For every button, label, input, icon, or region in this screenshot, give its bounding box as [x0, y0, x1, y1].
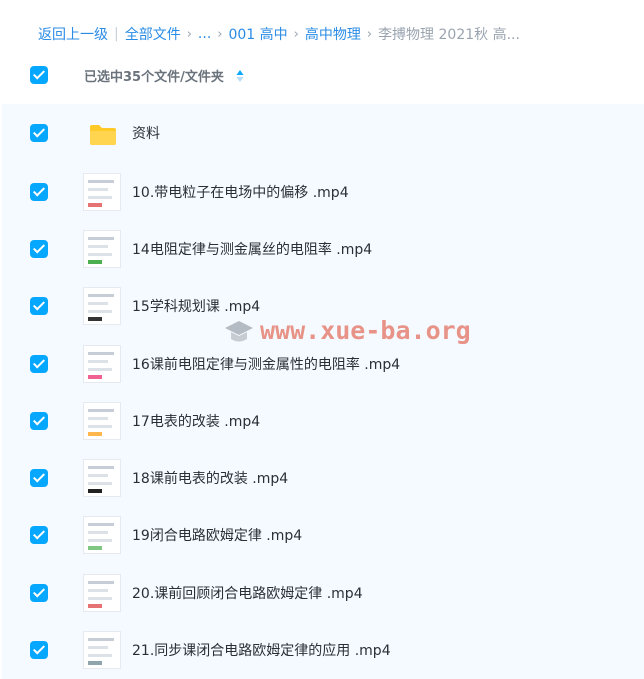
row-checkbox[interactable]	[30, 641, 48, 659]
breadcrumb-ellipsis[interactable]: ...	[198, 26, 211, 42]
file-name[interactable]: 资料	[132, 123, 160, 143]
breadcrumb-divider: |	[114, 26, 119, 42]
chevron-right-icon: ›	[293, 26, 299, 42]
file-name[interactable]: 21.同步课闭合电路欧姆定律的应用 .mp4	[132, 640, 391, 660]
row-checkbox[interactable]	[30, 297, 48, 315]
list-item[interactable]: 10.带电粒子在电场中的偏移 .mp4	[2, 163, 644, 220]
file-name[interactable]: 16课前电阻定律与测金属性的电阻率 .mp4	[132, 354, 400, 374]
breadcrumb-physics[interactable]: 高中物理	[305, 24, 361, 44]
back-link[interactable]: 返回上一级	[38, 24, 108, 44]
list-item[interactable]: 资料	[2, 104, 644, 161]
list-item[interactable]: 17电表的改装 .mp4	[2, 392, 644, 449]
video-thumbnail-icon	[83, 345, 121, 383]
list-item[interactable]: 19闭合电路欧姆定律 .mp4	[2, 506, 644, 563]
list-item[interactable]: 16课前电阻定律与测金属性的电阻率 .mp4	[2, 335, 644, 392]
video-thumbnail-icon	[83, 230, 121, 268]
chevron-right-icon: ›	[186, 26, 192, 42]
video-thumbnail-icon	[83, 574, 121, 612]
row-checkbox[interactable]	[30, 469, 48, 487]
row-checkbox[interactable]	[30, 355, 48, 373]
breadcrumb: 返回上一级 | 全部文件 › ... › 001 高中 › 高中物理 › 李搏物…	[38, 22, 520, 46]
chevron-right-icon: ›	[217, 26, 223, 42]
row-checkbox[interactable]	[30, 526, 48, 544]
file-name[interactable]: 15学科规划课 .mp4	[132, 296, 260, 316]
file-name[interactable]: 19闭合电路欧姆定律 .mp4	[132, 525, 302, 545]
file-list: 资料 10.带电粒子在电场中的偏移 .mp4 14电阻定律与测金属丝的电阻率 .mp…	[2, 104, 644, 679]
list-item[interactable]: 15学科规划课 .mp4	[2, 277, 644, 334]
file-name[interactable]: 14电阻定律与测金属丝的电阻率 .mp4	[132, 239, 372, 259]
list-item[interactable]: 20.课前回顾闭合电路欧姆定律 .mp4	[2, 564, 644, 621]
row-checkbox[interactable]	[30, 183, 48, 201]
row-checkbox[interactable]	[30, 124, 48, 142]
row-checkbox[interactable]	[30, 412, 48, 430]
breadcrumb-high-school[interactable]: 001 高中	[228, 24, 287, 44]
video-thumbnail-icon	[83, 459, 121, 497]
list-item[interactable]: 21.同步课闭合电路欧姆定律的应用 .mp4	[2, 621, 644, 678]
file-name[interactable]: 17电表的改装 .mp4	[132, 411, 260, 431]
video-thumbnail-icon	[83, 287, 121, 325]
row-checkbox[interactable]	[30, 240, 48, 258]
list-item[interactable]: 18课前电表的改装 .mp4	[2, 449, 644, 506]
breadcrumb-all-files[interactable]: 全部文件	[125, 24, 181, 44]
file-name[interactable]: 10.带电粒子在电场中的偏移 .mp4	[132, 182, 349, 202]
breadcrumb-current: 李搏物理 2021秋 高...	[378, 27, 520, 43]
selection-count: 已选中35个文件/文件夹	[84, 70, 224, 85]
folder-icon	[90, 125, 116, 145]
list-header: 已选中35个文件/文件夹	[0, 56, 644, 96]
video-thumbnail-icon	[83, 173, 121, 211]
select-all-checkbox[interactable]	[30, 66, 48, 84]
video-thumbnail-icon	[83, 631, 121, 669]
video-thumbnail-icon	[83, 402, 121, 440]
file-name[interactable]: 20.课前回顾闭合电路欧姆定律 .mp4	[132, 583, 363, 603]
row-checkbox[interactable]	[30, 584, 48, 602]
sort-icon[interactable]	[236, 69, 244, 83]
chevron-right-icon: ›	[366, 26, 373, 42]
file-name[interactable]: 18课前电表的改装 .mp4	[132, 468, 288, 488]
list-item[interactable]: 14电阻定律与测金属丝的电阻率 .mp4	[2, 220, 644, 277]
video-thumbnail-icon	[83, 516, 121, 554]
